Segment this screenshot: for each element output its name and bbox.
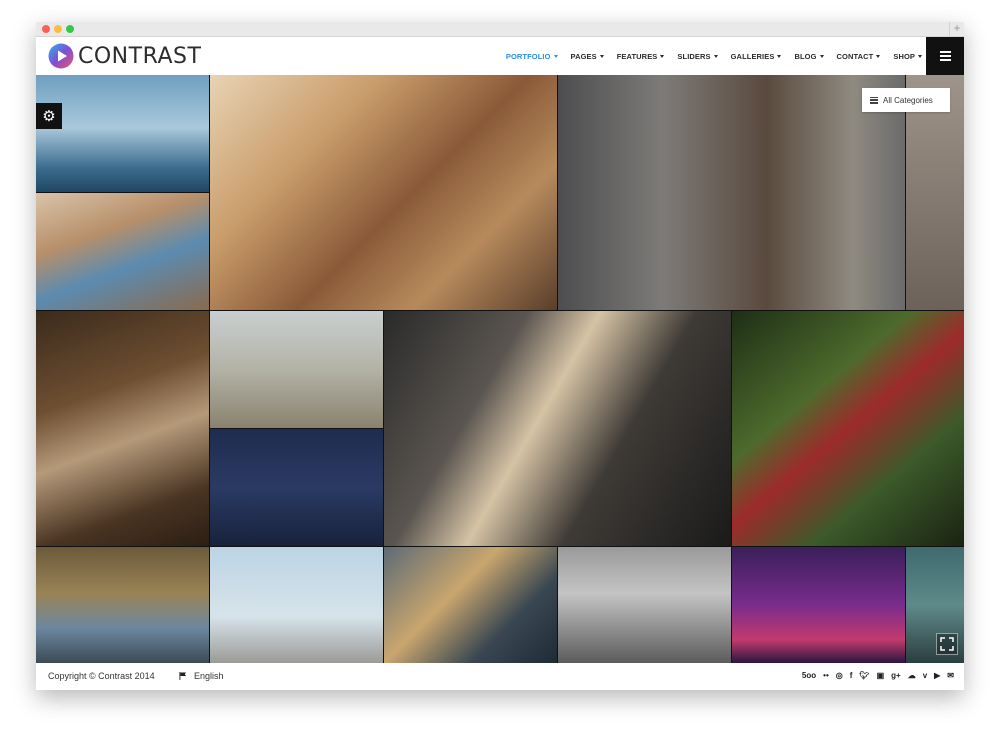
portfolio-item-street[interactable] <box>558 75 905 310</box>
list-icon <box>870 96 878 104</box>
new-tab-button[interactable]: + <box>949 22 964 36</box>
portfolio-item-boat[interactable] <box>36 193 209 310</box>
logo-play-icon <box>48 43 74 69</box>
portfolio-item-car[interactable] <box>384 311 731 546</box>
google-plus-icon[interactable]: g+ <box>891 671 901 680</box>
portfolio-item-airfield[interactable] <box>210 547 383 663</box>
settings-button[interactable]: ⚙ <box>36 103 62 129</box>
fullscreen-icon <box>940 637 954 651</box>
vimeo-icon[interactable]: v <box>923 671 927 680</box>
portfolio-item-hawkridge[interactable] <box>36 311 209 546</box>
nav-item-shop[interactable]: SHOP <box>893 52 922 61</box>
gear-icon: ⚙ <box>42 108 56 125</box>
logo-text: CONTRAST <box>78 43 202 69</box>
chevron-down-icon <box>876 54 881 58</box>
portfolio-item-beach[interactable] <box>210 75 557 310</box>
soundcloud-icon[interactable]: ☁ <box>908 671 916 680</box>
chevron-down-icon <box>918 54 922 58</box>
social-links: 5oo •• ◎ f 🐦︎ ▣ g+ ☁ v ▶ ✉ <box>795 671 954 680</box>
nav-item-features[interactable]: FEATURES <box>617 52 665 61</box>
portfolio-item-office-jump[interactable] <box>384 547 557 663</box>
minimize-window-button[interactable] <box>54 25 62 33</box>
nav-item-galleries[interactable]: GALLERIES <box>731 52 782 61</box>
portfolio-item-garden[interactable] <box>732 311 964 546</box>
site-header: CONTRAST PORTFOLIO PAGES FEATURES SLIDER… <box>36 37 964 75</box>
hamburger-icon <box>939 49 951 63</box>
facebook-icon[interactable]: f <box>850 671 853 680</box>
portfolio-item-desert-road[interactable] <box>210 311 383 428</box>
category-filter-label: All Categories <box>883 95 933 105</box>
portfolio-item-truck[interactable] <box>906 547 964 663</box>
site-footer: Copyright © Contrast 2014 English 5oo ••… <box>36 663 964 690</box>
portfolio-grid: ⚙ All Categories <box>36 75 964 663</box>
dribbble-icon[interactable]: ◎ <box>836 671 843 680</box>
language-label: English <box>194 671 224 681</box>
chevron-down-icon <box>713 54 718 58</box>
copyright-text: Copyright © Contrast 2014 <box>48 671 155 681</box>
chevron-down-icon <box>553 54 558 58</box>
flag-icon <box>179 672 187 680</box>
instagram-icon[interactable]: ▣ <box>877 671 885 680</box>
category-filter-button[interactable]: All Categories <box>862 88 950 112</box>
chevron-down-icon <box>660 54 665 58</box>
main-nav: PORTFOLIO PAGES FEATURES SLIDERS GALLERI… <box>493 37 922 75</box>
maximize-window-button[interactable] <box>66 25 74 33</box>
fullscreen-button[interactable] <box>936 633 958 655</box>
browser-chrome: + <box>36 22 964 37</box>
nav-item-sliders[interactable]: SLIDERS <box>677 52 718 61</box>
twitter-icon[interactable]: 🐦︎ <box>859 671 869 680</box>
portfolio-item-forest-bw[interactable] <box>558 547 731 663</box>
portfolio-item-bed[interactable] <box>36 547 209 663</box>
hamburger-menu-button[interactable] <box>926 37 964 75</box>
chevron-down-icon <box>819 54 824 58</box>
email-icon[interactable]: ✉ <box>947 671 954 680</box>
language-selector[interactable]: English <box>179 671 224 681</box>
nav-item-blog[interactable]: BLOG <box>794 52 824 61</box>
portfolio-item-blue-stage[interactable] <box>210 429 383 546</box>
site-logo[interactable]: CONTRAST <box>48 42 201 70</box>
flickr-icon[interactable]: •• <box>823 671 829 680</box>
nav-item-portfolio[interactable]: PORTFOLIO <box>506 52 558 61</box>
nav-item-pages[interactable]: PAGES <box>571 52 604 61</box>
500px-icon[interactable]: 5oo <box>802 671 816 680</box>
nav-item-contact[interactable]: CONTACT <box>837 52 881 61</box>
youtube-icon[interactable]: ▶ <box>934 671 940 680</box>
chevron-down-icon <box>599 54 604 58</box>
portfolio-item-helicopter[interactable] <box>36 75 209 192</box>
chevron-down-icon <box>777 54 782 58</box>
browser-window: + CONTRAST PORTFOLIO PAGES FEATURES SLID… <box>36 22 964 690</box>
portfolio-item-fashion[interactable] <box>732 547 905 663</box>
close-window-button[interactable] <box>42 25 50 33</box>
